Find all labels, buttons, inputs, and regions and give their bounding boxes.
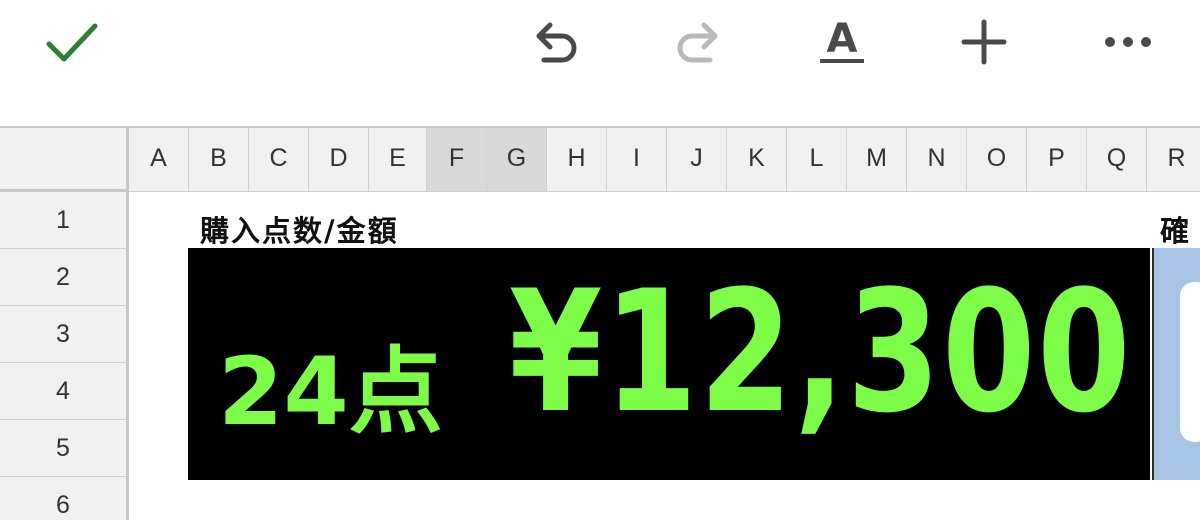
column-header-c[interactable]: C [249,126,309,192]
column-header-m[interactable]: M [847,126,907,192]
plus-icon [961,19,1007,65]
column-header-g[interactable]: G [487,126,547,192]
select-all-corner[interactable] [0,126,129,192]
side-panel-cell[interactable] [1152,248,1200,480]
cell-title[interactable]: 購入点数/金額 [200,208,399,250]
column-header-b[interactable]: B [189,126,249,192]
total-display-cell[interactable]: 24点 ¥12,300 [188,248,1150,480]
column-header-p[interactable]: P [1027,126,1087,192]
insert-button[interactable] [954,12,1014,72]
column-header-d[interactable]: D [309,126,369,192]
total-amount: ¥12,300 [508,254,1132,450]
column-header-a[interactable]: A [129,126,189,192]
column-header-h[interactable]: H [547,126,607,192]
column-header-e[interactable]: E [369,126,427,192]
item-count: 24点 [218,338,443,447]
undo-button[interactable] [526,12,586,72]
column-header-i[interactable]: I [607,126,667,192]
column-header-l[interactable]: L [787,126,847,192]
text-format-button[interactable]: A [812,12,872,72]
row-header-3[interactable]: 3 [0,306,129,363]
checkmark-icon [46,23,98,62]
row-header-4[interactable]: 4 [0,363,129,420]
redo-button[interactable] [668,12,728,72]
cell-title-right[interactable]: 確 [1160,208,1189,250]
row-header-1[interactable]: 1 [0,192,129,249]
column-header-j[interactable]: J [667,126,727,192]
row-header-6[interactable]: 6 [0,477,129,520]
column-header-n[interactable]: N [907,126,967,192]
column-header-q[interactable]: Q [1087,126,1147,192]
spreadsheet-grid[interactable]: ABCDEFGHIJKLMNOPQR 123456 購入点数/金額 確 24点 … [0,126,1200,520]
more-button[interactable] [1098,12,1158,72]
more-dots-icon [1105,37,1151,47]
text-format-icon: A [820,16,864,63]
side-panel-button[interactable] [1180,282,1200,442]
row-header-2[interactable]: 2 [0,249,129,306]
toolbar: A [0,0,1200,126]
column-header-f[interactable]: F [427,126,487,192]
column-header-r[interactable]: R [1147,126,1200,192]
row-header-5[interactable]: 5 [0,420,129,477]
text-format-label: A [827,16,858,62]
undo-icon [536,22,577,63]
column-header-o[interactable]: O [967,126,1027,192]
column-header-k[interactable]: K [727,126,787,192]
redo-icon [677,22,718,63]
confirm-button[interactable] [42,12,102,72]
